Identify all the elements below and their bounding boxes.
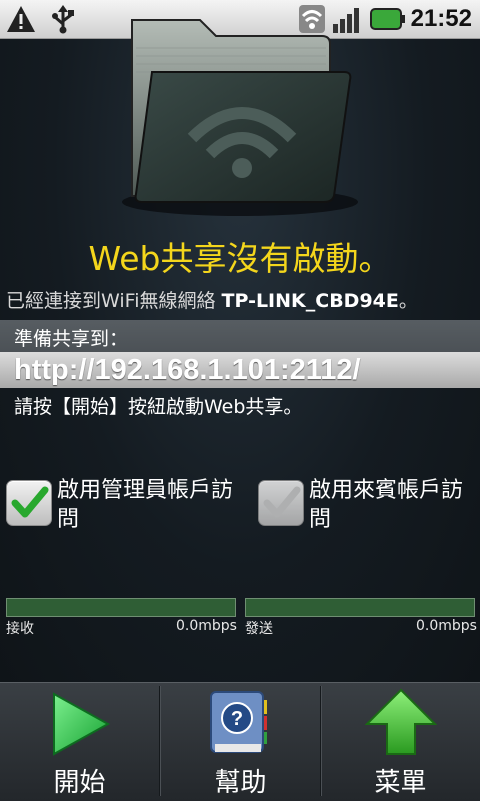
menu-button[interactable]: 菜單 bbox=[321, 682, 480, 800]
svg-text:?: ? bbox=[231, 708, 243, 730]
receive-value: 0.0mbps bbox=[176, 618, 237, 634]
wifi-connection-text: 已經連接到WiFi無線網絡 TP-LINK_CBD94E。 bbox=[6, 286, 418, 313]
send-value: 0.0mbps bbox=[416, 618, 477, 634]
prepare-label: 準備共享到： bbox=[14, 328, 129, 350]
send-meter bbox=[245, 598, 475, 617]
start-label: 開始 bbox=[53, 768, 106, 798]
checkmark-disabled-icon bbox=[263, 486, 301, 518]
guest-access-checkbox[interactable] bbox=[258, 480, 304, 526]
guest-access-label[interactable]: 啟用來賓帳戶訪問 bbox=[309, 476, 479, 534]
connected-suffix: 。 bbox=[398, 290, 418, 312]
clock: 21:52 bbox=[410, 5, 472, 32]
start-button[interactable]: 開始 bbox=[0, 682, 159, 800]
instruction-text: 請按【開始】按紐啟動Web共享。 bbox=[14, 396, 303, 418]
battery-icon bbox=[370, 8, 405, 30]
connected-prefix: 已經連接到WiFi無線網絡 bbox=[6, 290, 222, 312]
warning-icon bbox=[7, 6, 35, 32]
usb-icon bbox=[52, 5, 74, 34]
help-book-icon: ? bbox=[210, 691, 267, 753]
admin-access-checkbox[interactable] bbox=[6, 480, 52, 526]
shared-folder-wifi-icon bbox=[122, 19, 358, 216]
menu-label: 菜單 bbox=[374, 768, 427, 798]
play-icon bbox=[53, 692, 111, 756]
share-url: http://192.168.1.101:2112/ bbox=[14, 354, 361, 386]
network-name: TP-LINK_CBD94E bbox=[221, 290, 399, 312]
help-label: 幫助 bbox=[214, 768, 267, 798]
receive-meter bbox=[6, 598, 236, 617]
help-button[interactable]: ? 幫助 bbox=[161, 682, 320, 800]
receive-label: 接收 bbox=[6, 621, 34, 637]
admin-access-label[interactable]: 啟用管理員帳戶訪問 bbox=[57, 476, 252, 534]
up-arrow-icon bbox=[365, 688, 437, 755]
share-status-title: Web共享沒有啟動。 bbox=[88, 239, 392, 278]
send-label: 發送 bbox=[245, 621, 273, 637]
checkmark-icon bbox=[11, 486, 49, 518]
